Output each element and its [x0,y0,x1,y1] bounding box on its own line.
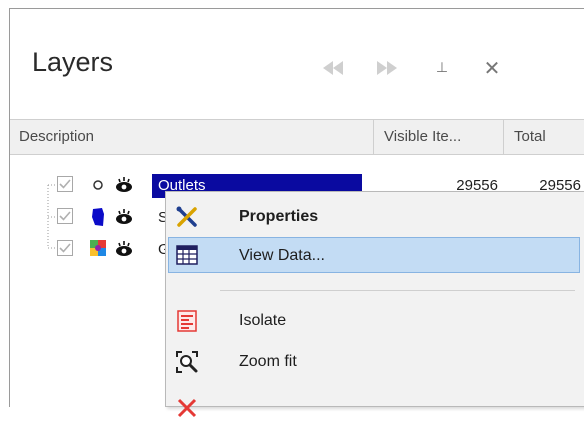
menu-item-view-data[interactable]: View Data... [168,237,580,273]
menu-item-properties[interactable]: Properties [168,199,580,235]
zoom-fit-icon [176,351,198,373]
eye-icon [116,177,132,192]
column-description[interactable]: Description [19,120,369,154]
grid-layer-icon [90,240,106,256]
eye-icon [116,241,132,256]
menu-item-label: Isolate [239,312,287,329]
menu-item-label: Properties [239,208,319,225]
polygon-layer-icon [92,208,104,226]
column-header: Description Visible Ite... Total [10,119,584,155]
isolate-icon [177,310,197,332]
menu-item-label: View Data... [239,247,325,264]
column-visible-items[interactable]: Visible Ite... [373,120,503,154]
eye-icon [116,209,132,224]
panel-title: Layers [32,47,114,77]
close-button[interactable]: ✕ [480,53,504,83]
context-menu: Properties View Data... Isolate Zoom fit [165,191,584,418]
menu-item-partial[interactable] [168,392,580,428]
column-total[interactable]: Total [503,120,584,154]
previous-button[interactable] [318,53,348,83]
checkmark-icon [59,243,71,253]
checkmark-icon [59,179,71,189]
menu-separator [220,290,575,291]
layer-visibility-checkbox[interactable] [57,176,73,192]
layer-visibility-checkbox[interactable] [57,240,73,256]
checkmark-icon [59,211,71,221]
menu-item-isolate[interactable]: Isolate [168,303,580,339]
next-button[interactable] [372,53,402,83]
remove-layer-icon [177,398,197,418]
point-layer-icon [93,180,103,190]
table-icon [176,245,198,265]
double-chevron-left-icon [323,61,343,75]
double-chevron-right-icon [377,61,397,75]
menu-item-label: Zoom fit [239,353,297,370]
layer-visibility-checkbox[interactable] [57,208,73,224]
pin-button[interactable]: ⊥ [430,53,454,83]
menu-item-zoom-fit[interactable]: Zoom fit [168,344,580,380]
tools-icon [176,206,197,227]
close-icon: ✕ [483,57,501,80]
pin-icon: ⊥ [435,60,449,76]
